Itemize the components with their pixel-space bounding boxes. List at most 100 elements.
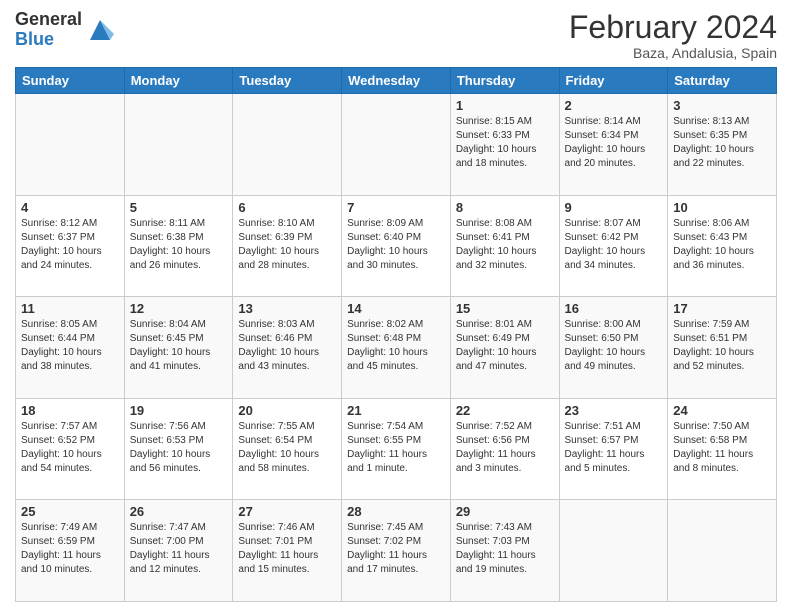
page: General Blue February 2024 Baza, Andalus… xyxy=(0,0,792,612)
day-cell: 15 Sunrise: 8:01 AM Sunset: 6:49 PM Dayli… xyxy=(450,297,559,399)
day-number: 7 xyxy=(347,200,445,215)
day-info: Sunrise: 7:59 AM Sunset: 6:51 PM Dayligh… xyxy=(673,319,754,372)
day-cell: 14 Sunrise: 8:02 AM Sunset: 6:48 PM Dayli… xyxy=(342,297,451,399)
day-info: Sunrise: 8:10 AM Sunset: 6:39 PM Dayligh… xyxy=(238,218,319,271)
week-row-2: 4 Sunrise: 8:12 AM Sunset: 6:37 PM Daylig… xyxy=(16,195,777,297)
week-row-3: 11Sunrise: 8:05 AM Sunset: 6:44 PM Dayli… xyxy=(16,297,777,399)
day-cell: 2 Sunrise: 8:14 AM Sunset: 6:34 PM Daylig… xyxy=(559,94,668,196)
day-cell xyxy=(233,94,342,196)
day-info: Sunrise: 7:57 AM Sunset: 6:52 PM Dayligh… xyxy=(21,421,102,474)
day-info: Sunrise: 8:14 AM Sunset: 6:34 PM Dayligh… xyxy=(565,116,646,169)
day-header-tuesday: Tuesday xyxy=(233,68,342,94)
day-number: 2 xyxy=(565,98,663,113)
day-cell: 4 Sunrise: 8:12 AM Sunset: 6:37 PM Daylig… xyxy=(16,195,125,297)
day-cell: 8 Sunrise: 8:08 AM Sunset: 6:41 PM Daylig… xyxy=(450,195,559,297)
day-cell: 3 Sunrise: 8:13 AM Sunset: 6:35 PM Daylig… xyxy=(668,94,777,196)
day-info: Sunrise: 8:13 AM Sunset: 6:35 PM Dayligh… xyxy=(673,116,754,169)
day-info: Sunrise: 8:01 AM Sunset: 6:49 PM Dayligh… xyxy=(456,319,537,372)
day-info: Sunrise: 7:50 AM Sunset: 6:58 PM Dayligh… xyxy=(673,421,753,474)
day-number: 26 xyxy=(130,504,228,519)
day-info: Sunrise: 7:49 AM Sunset: 6:59 PM Dayligh… xyxy=(21,522,101,575)
day-cell: 26 Sunrise: 7:47 AM Sunset: 7:00 PM Dayli… xyxy=(124,500,233,602)
week-row-4: 18Sunrise: 7:57 AM Sunset: 6:52 PM Dayli… xyxy=(16,398,777,500)
day-header-sunday: Sunday xyxy=(16,68,125,94)
day-info: Sunrise: 7:47 AM Sunset: 7:00 PM Dayligh… xyxy=(130,522,210,575)
calendar-table: SundayMondayTuesdayWednesdayThursdayFrid… xyxy=(15,67,777,602)
day-info: Sunrise: 8:08 AM Sunset: 6:41 PM Dayligh… xyxy=(456,218,537,271)
day-number: 25 xyxy=(21,504,119,519)
day-number: 3 xyxy=(673,98,771,113)
day-cell xyxy=(124,94,233,196)
day-number: 21 xyxy=(347,403,445,418)
day-cell: 29 Sunrise: 7:43 AM Sunset: 7:03 PM Dayli… xyxy=(450,500,559,602)
day-info: Sunrise: 8:07 AM Sunset: 6:42 PM Dayligh… xyxy=(565,218,646,271)
day-info: Sunrise: 7:45 AM Sunset: 7:02 PM Dayligh… xyxy=(347,522,427,575)
day-number: 15 xyxy=(456,301,554,316)
week-row-1: 1Sunrise: 8:15 AM Sunset: 6:33 PM Daylig… xyxy=(16,94,777,196)
day-cell: 22 Sunrise: 7:52 AM Sunset: 6:56 PM Dayli… xyxy=(450,398,559,500)
day-header-friday: Friday xyxy=(559,68,668,94)
day-cell: 16Sunrise: 8:00 AM Sunset: 6:50 PM Dayli… xyxy=(559,297,668,399)
day-info: Sunrise: 7:46 AM Sunset: 7:01 PM Dayligh… xyxy=(238,522,318,575)
day-header-thursday: Thursday xyxy=(450,68,559,94)
logo: General Blue xyxy=(15,10,114,50)
day-number: 13 xyxy=(238,301,336,316)
day-cell: 18Sunrise: 7:57 AM Sunset: 6:52 PM Dayli… xyxy=(16,398,125,500)
day-info: Sunrise: 8:12 AM Sunset: 6:37 PM Dayligh… xyxy=(21,218,102,271)
day-number: 28 xyxy=(347,504,445,519)
day-number: 27 xyxy=(238,504,336,519)
day-cell: 1Sunrise: 8:15 AM Sunset: 6:33 PM Daylig… xyxy=(450,94,559,196)
day-info: Sunrise: 7:51 AM Sunset: 6:57 PM Dayligh… xyxy=(565,421,645,474)
day-number: 23 xyxy=(565,403,663,418)
day-number: 24 xyxy=(673,403,771,418)
day-cell: 20 Sunrise: 7:55 AM Sunset: 6:54 PM Dayli… xyxy=(233,398,342,500)
day-cell: 12Sunrise: 8:04 AM Sunset: 6:45 PM Dayli… xyxy=(124,297,233,399)
subtitle: Baza, Andalusia, Spain xyxy=(569,45,777,61)
day-cell: 6 Sunrise: 8:10 AM Sunset: 6:39 PM Daylig… xyxy=(233,195,342,297)
days-header-row: SundayMondayTuesdayWednesdayThursdayFrid… xyxy=(16,68,777,94)
day-info: Sunrise: 8:06 AM Sunset: 6:43 PM Dayligh… xyxy=(673,218,754,271)
logo-general-text: General xyxy=(15,10,82,30)
day-header-wednesday: Wednesday xyxy=(342,68,451,94)
day-number: 17 xyxy=(673,301,771,316)
day-info: Sunrise: 7:54 AM Sunset: 6:55 PM Dayligh… xyxy=(347,421,427,474)
calendar-body: 1Sunrise: 8:15 AM Sunset: 6:33 PM Daylig… xyxy=(16,94,777,602)
day-cell: 17 Sunrise: 7:59 AM Sunset: 6:51 PM Dayli… xyxy=(668,297,777,399)
title-section: February 2024 Baza, Andalusia, Spain xyxy=(569,10,777,61)
day-number: 6 xyxy=(238,200,336,215)
day-cell: 19Sunrise: 7:56 AM Sunset: 6:53 PM Dayli… xyxy=(124,398,233,500)
day-info: Sunrise: 7:52 AM Sunset: 6:56 PM Dayligh… xyxy=(456,421,536,474)
day-cell: 23 Sunrise: 7:51 AM Sunset: 6:57 PM Dayli… xyxy=(559,398,668,500)
day-info: Sunrise: 8:03 AM Sunset: 6:46 PM Dayligh… xyxy=(238,319,319,372)
day-number: 29 xyxy=(456,504,554,519)
day-cell xyxy=(668,500,777,602)
day-info: Sunrise: 7:43 AM Sunset: 7:03 PM Dayligh… xyxy=(456,522,536,575)
day-cell xyxy=(342,94,451,196)
day-number: 4 xyxy=(21,200,119,215)
day-info: Sunrise: 8:09 AM Sunset: 6:40 PM Dayligh… xyxy=(347,218,428,271)
day-info: Sunrise: 8:02 AM Sunset: 6:48 PM Dayligh… xyxy=(347,319,428,372)
day-cell: 10Sunrise: 8:06 AM Sunset: 6:43 PM Dayli… xyxy=(668,195,777,297)
day-cell: 11Sunrise: 8:05 AM Sunset: 6:44 PM Dayli… xyxy=(16,297,125,399)
day-cell: 7 Sunrise: 8:09 AM Sunset: 6:40 PM Daylig… xyxy=(342,195,451,297)
day-info: Sunrise: 8:15 AM Sunset: 6:33 PM Dayligh… xyxy=(456,116,537,169)
logo-blue-text: Blue xyxy=(15,30,82,50)
day-number: 14 xyxy=(347,301,445,316)
day-cell xyxy=(16,94,125,196)
day-header-monday: Monday xyxy=(124,68,233,94)
day-cell: 27 Sunrise: 7:46 AM Sunset: 7:01 PM Dayli… xyxy=(233,500,342,602)
header: General Blue February 2024 Baza, Andalus… xyxy=(15,10,777,61)
day-info: Sunrise: 8:11 AM Sunset: 6:38 PM Dayligh… xyxy=(130,218,211,271)
day-cell: 9 Sunrise: 8:07 AM Sunset: 6:42 PM Daylig… xyxy=(559,195,668,297)
day-number: 20 xyxy=(238,403,336,418)
day-number: 19 xyxy=(130,403,228,418)
day-cell: 5Sunrise: 8:11 AM Sunset: 6:38 PM Daylig… xyxy=(124,195,233,297)
day-number: 8 xyxy=(456,200,554,215)
calendar-header: SundayMondayTuesdayWednesdayThursdayFrid… xyxy=(16,68,777,94)
day-number: 22 xyxy=(456,403,554,418)
day-cell: 25 Sunrise: 7:49 AM Sunset: 6:59 PM Dayli… xyxy=(16,500,125,602)
day-number: 12 xyxy=(130,301,228,316)
day-info: Sunrise: 7:55 AM Sunset: 6:54 PM Dayligh… xyxy=(238,421,319,474)
logo-icon xyxy=(86,16,114,44)
day-number: 9 xyxy=(565,200,663,215)
